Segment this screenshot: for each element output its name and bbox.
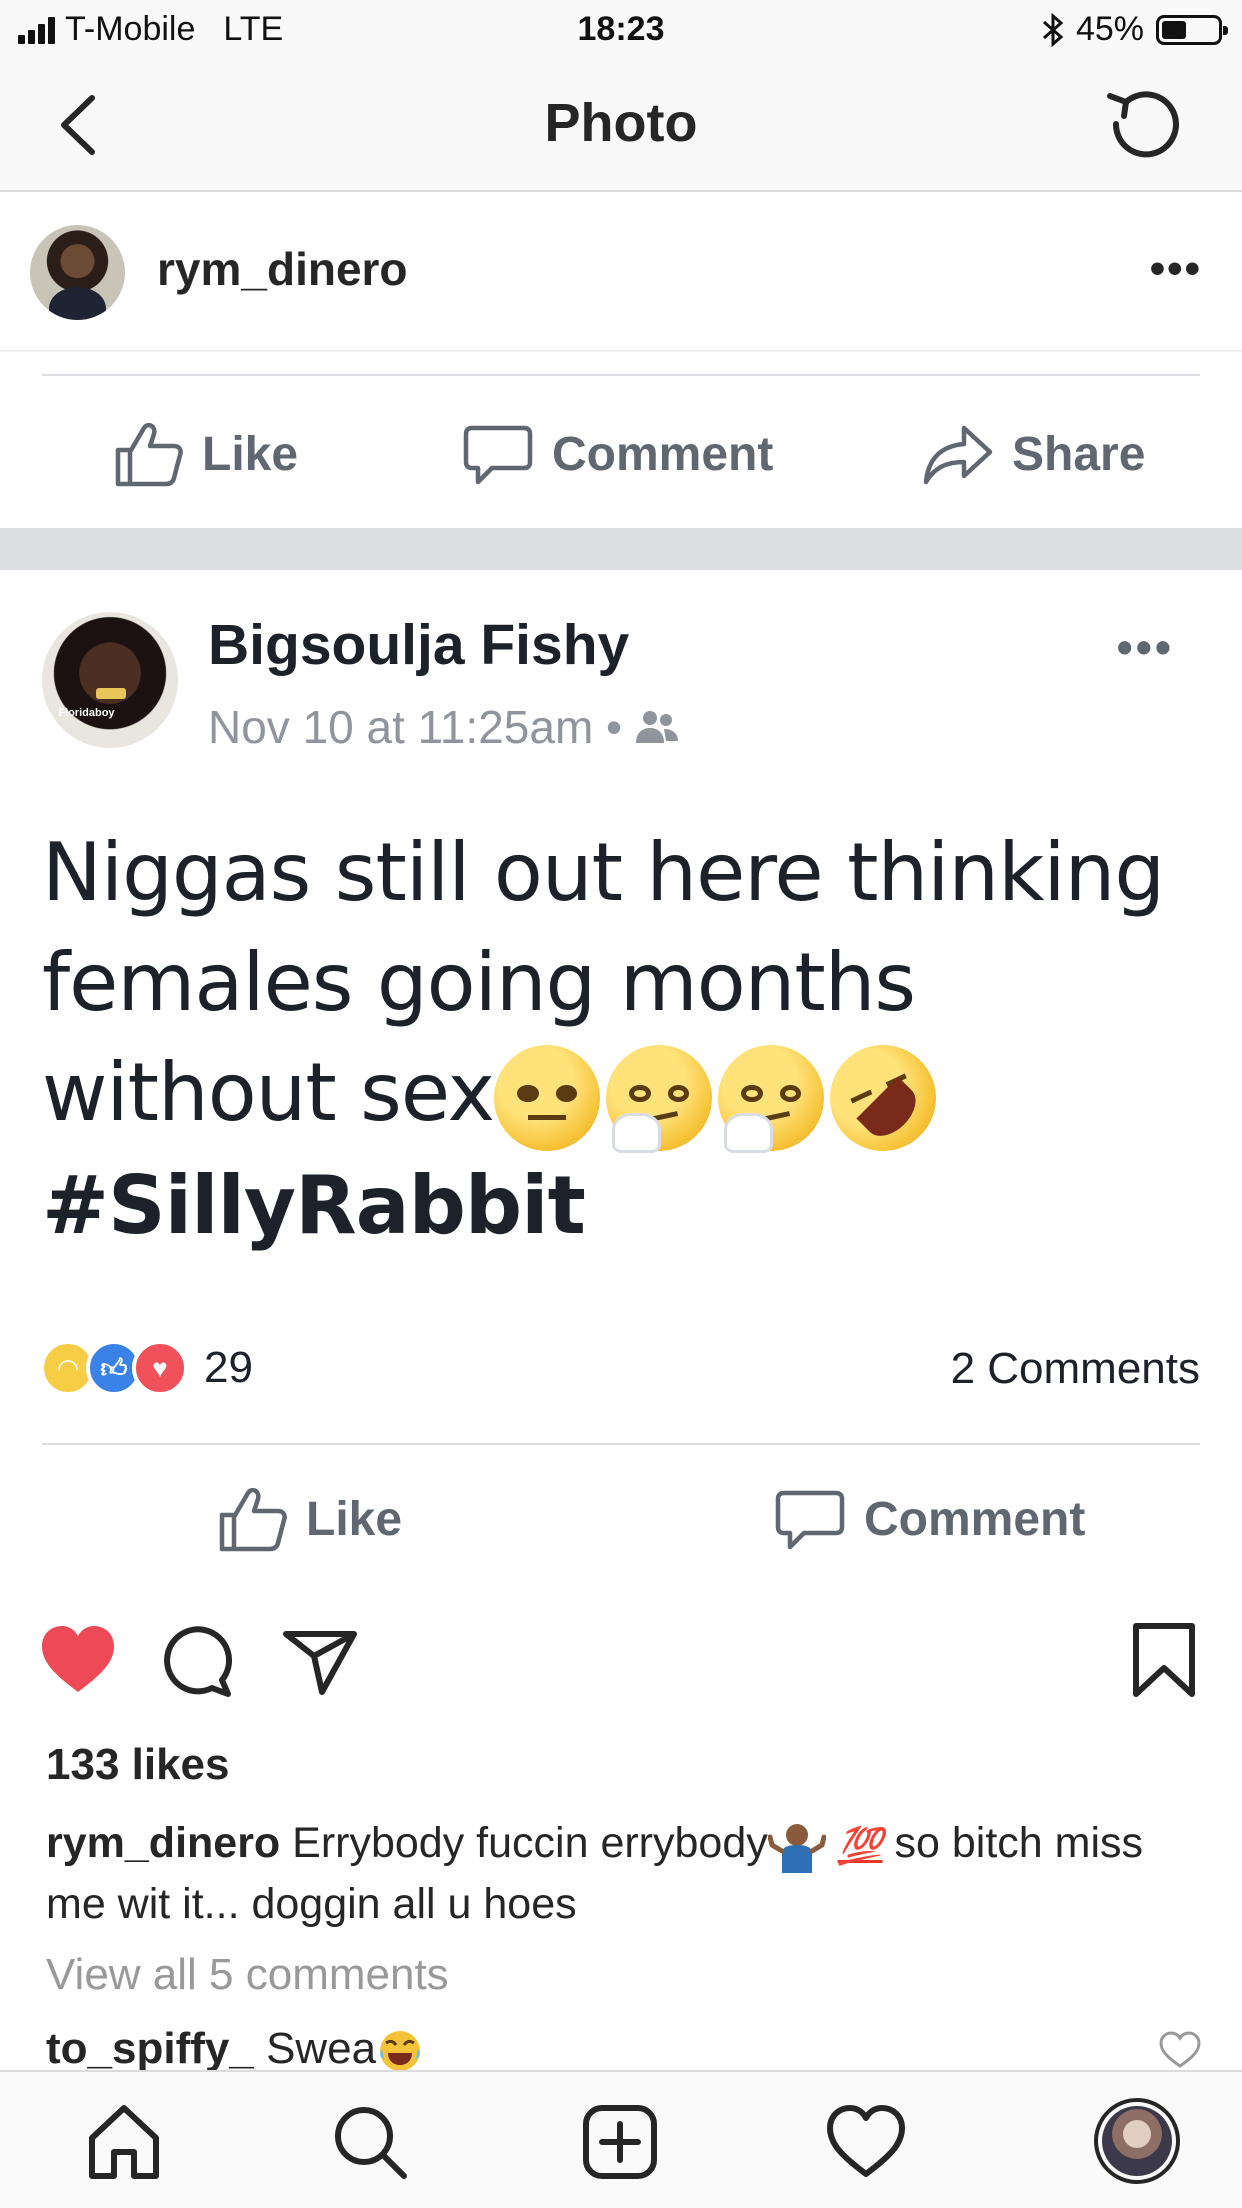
friends-audience-icon — [636, 711, 679, 743]
system-indicators: 45% — [1042, 10, 1228, 49]
fb-like-action: Like — [216, 1483, 402, 1555]
thumbs-up-icon — [219, 1487, 287, 1552]
fb-post-timestamp: Nov 10 at 11:25am • — [208, 701, 623, 753]
hundred-emoji-icon: 💯 — [837, 1824, 883, 1866]
author-avatar[interactable] — [30, 225, 125, 320]
avatar-caption: Floridaboy — [58, 707, 115, 720]
comment-row: to_spiffy_ Swea — [46, 2024, 424, 2075]
speech-bubble-icon — [775, 1490, 845, 1550]
battery-icon — [1156, 14, 1228, 45]
shrug-emoji-icon — [767, 1823, 826, 1873]
fb-more-icon: ••• — [1116, 621, 1174, 673]
fb-author-name: Bigsoulja Fishy — [208, 613, 630, 677]
tears-of-joy-emoji-icon — [380, 2031, 421, 2072]
paper-plane-icon[interactable] — [280, 1620, 360, 1700]
thumbs-up-icon — [115, 422, 183, 487]
bottom-tab-bar — [0, 2070, 1242, 2208]
status-bar: T-Mobile LTE 18:23 45% — [0, 0, 1242, 62]
fb-share-label: Share — [1012, 427, 1146, 481]
fb-comment-action: Comment — [774, 1483, 1085, 1555]
comment-text: Swea — [266, 2024, 377, 2073]
fb-author-avatar: Floridaboy — [42, 612, 178, 748]
fb-divider-mid — [42, 1443, 1200, 1445]
comment-username[interactable]: to_spiffy_ — [46, 2024, 254, 2073]
speech-bubble-icon — [463, 425, 533, 485]
fb-comment-action: Comment — [462, 418, 773, 490]
page-title: Photo — [544, 93, 698, 153]
more-options-icon[interactable]: ••• — [1150, 244, 1202, 294]
home-icon[interactable] — [84, 2102, 164, 2182]
fb-action-bar-bottom: Like Comment — [0, 1465, 1242, 1575]
fb-post-text: Niggas still out here thinking females g… — [42, 818, 1212, 1261]
post-caption: rym_dinero Errybody fuccin errybody 💯 so… — [46, 1814, 1196, 1933]
fb-reaction-count: 29 — [204, 1343, 253, 1392]
battery-percent: 45% — [1075, 10, 1144, 48]
thinking-emoji-icon — [718, 1045, 825, 1154]
caption-text: Errybody fuccin errybody — [292, 1819, 768, 1867]
heart-icon[interactable] — [38, 1620, 118, 1700]
fb-post-line: females going months — [42, 936, 916, 1029]
fb-separator-band — [0, 528, 1242, 570]
fb-post-meta: Nov 10 at 11:25am • — [208, 700, 680, 754]
fb-post-line: without sex — [42, 1027, 1212, 1169]
love-reaction-icon: ♥ — [132, 1340, 188, 1396]
search-icon[interactable] — [330, 2102, 410, 2182]
add-post-icon[interactable] — [580, 2102, 660, 2182]
caption-username[interactable]: rym_dinero — [46, 1819, 280, 1867]
fb-hashtag: #SillyRabbit — [42, 1159, 586, 1253]
share-arrow-icon — [923, 425, 993, 485]
bluetooth-icon — [1042, 12, 1064, 47]
fb-reactions-summary: ◠ 👍︎ ♥ 29 — [40, 1340, 253, 1396]
fb-emoji-row — [494, 1027, 954, 1169]
rofl-emoji-icon — [812, 1027, 954, 1169]
avatar-teeth — [96, 688, 127, 700]
post-header: rym_dinero ••• — [0, 192, 1242, 352]
comment-like-heart-icon[interactable] — [1158, 2030, 1202, 2070]
activity-heart-icon[interactable] — [826, 2102, 906, 2182]
fb-share-action: Share — [922, 418, 1145, 490]
battery-level — [1162, 20, 1186, 39]
likes-count[interactable]: 133 likes — [46, 1740, 230, 1790]
view-all-comments-link[interactable]: View all 5 comments — [46, 1950, 449, 2000]
post-action-bar — [0, 1620, 1242, 1720]
fb-like-action: Like — [112, 418, 298, 490]
eye-roll-emoji-icon — [494, 1045, 601, 1152]
fb-like-label: Like — [202, 427, 299, 481]
fb-action-bar-top: Like Comment Share — [0, 400, 1242, 510]
navigation-bar: Photo — [0, 62, 1242, 192]
thinking-emoji-icon — [606, 1045, 713, 1154]
fb-post-line-text: without sex — [42, 1046, 495, 1139]
fb-comment-count: 2 Comments — [950, 1344, 1200, 1393]
author-username[interactable]: rym_dinero — [157, 242, 408, 296]
bookmark-icon[interactable] — [1124, 1620, 1204, 1700]
fb-post-line: Niggas still out here thinking — [42, 826, 1165, 919]
profile-avatar-image — [1102, 2106, 1172, 2176]
profile-avatar-tab[interactable] — [1094, 2098, 1180, 2184]
fb-divider-top — [42, 374, 1200, 376]
fb-comment-label: Comment — [864, 1492, 1086, 1546]
comment-bubble-icon[interactable] — [158, 1620, 238, 1700]
fb-comment-label: Comment — [552, 427, 774, 481]
fb-like-label: Like — [306, 1492, 403, 1546]
refresh-icon[interactable] — [1102, 82, 1186, 166]
